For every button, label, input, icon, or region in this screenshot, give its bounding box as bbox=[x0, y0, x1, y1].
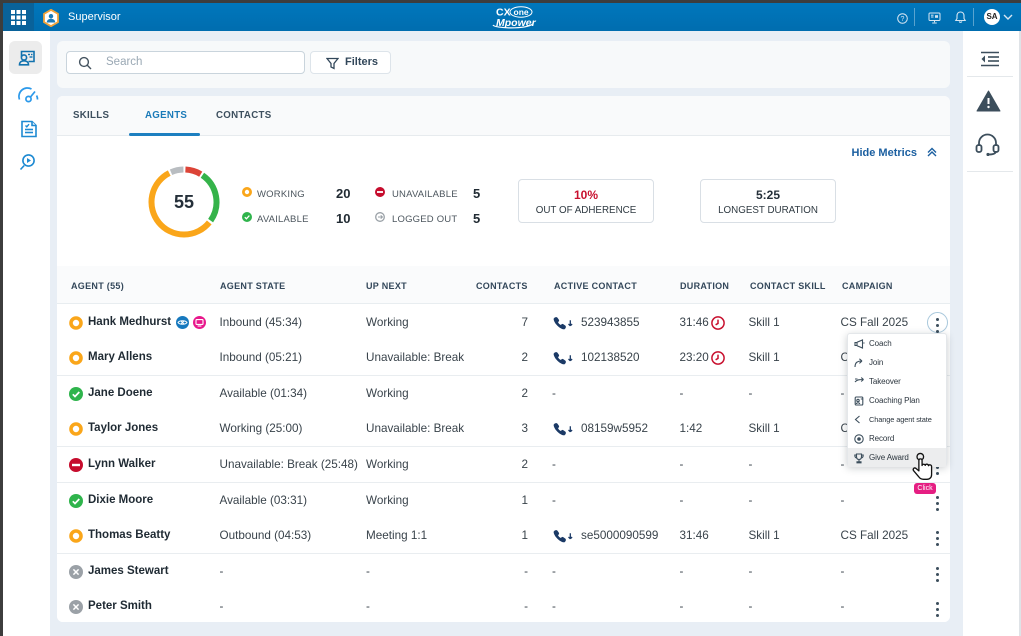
svg-text:one: one bbox=[514, 7, 529, 17]
svg-text:?: ? bbox=[901, 16, 905, 23]
